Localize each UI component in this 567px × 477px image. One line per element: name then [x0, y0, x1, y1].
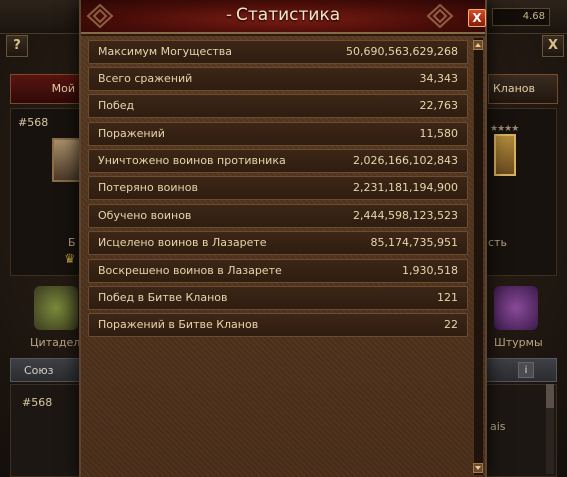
scroll-up-arrow-icon[interactable] [473, 40, 483, 50]
citadel-icon[interactable] [34, 286, 78, 330]
stat-value: 50,690,563,629,268 [346, 45, 458, 58]
modal-title: - Статистика [81, 5, 485, 25]
tab-my-label: Мой [51, 82, 75, 95]
stat-row: Поражений в Битве Кланов 22 [88, 313, 468, 337]
stat-value: 22,763 [419, 99, 459, 112]
stat-label: Всего сражений [98, 72, 193, 85]
info-icon[interactable]: i [518, 362, 534, 378]
stat-row: Воскрешено воинов в Лазарете 1,930,518 [88, 259, 468, 283]
modal-header: - Статистика X [81, 0, 486, 34]
list-item-id: #568 [22, 396, 53, 409]
left-stat-text: Б [68, 236, 76, 249]
stat-row: Максимум Могущества 50,690,563,629,268 [88, 40, 468, 64]
stat-value: 34,343 [419, 72, 459, 85]
stat-row: Побед в Битве Кланов 121 [88, 286, 468, 310]
stat-value: 121 [437, 291, 458, 304]
tab-clans[interactable]: Кланов [488, 74, 558, 104]
game-screen: 4.68 ? X Мой Кланов #568 ★★★★ Б сть ♛ Ци… [0, 0, 567, 477]
stat-label: Потеряно воинов [98, 181, 198, 194]
stars-icon: ★★★★ [490, 124, 519, 134]
tab-clans-label: Кланов [493, 82, 535, 95]
stat-label: Побед в Битве Кланов [98, 291, 228, 304]
close-button[interactable]: X [468, 9, 486, 27]
right-stat-text: сть [488, 236, 507, 249]
stat-label: Максимум Могущества [98, 45, 232, 58]
modal-scrollbar[interactable] [473, 38, 483, 475]
stat-label: Уничтожено воинов противника [98, 154, 286, 167]
stat-value: 85,174,735,951 [370, 236, 458, 249]
scroll-down-arrow-icon[interactable] [473, 463, 483, 473]
stat-value: 11,580 [419, 127, 459, 140]
stat-label: Обучено воинов [98, 209, 192, 222]
tab-my[interactable]: Мой [10, 74, 82, 104]
stat-label: Поражений в Битве Кланов [98, 318, 259, 331]
stat-value: 2,231,181,194,900 [353, 181, 458, 194]
stat-label: Поражений [98, 127, 165, 140]
stat-value: 2,026,166,102,843 [353, 154, 458, 167]
list-item-text: ais [490, 420, 506, 433]
stat-row: Обучено воинов 2,444,598,123,523 [88, 204, 468, 228]
player-id: #568 [18, 116, 49, 129]
storms-label: Штурмы [494, 336, 543, 349]
stat-label: Побед [98, 99, 135, 112]
stat-value: 22 [444, 318, 458, 331]
stat-row: Поражений 11,580 [88, 122, 468, 146]
left-profile-panel [10, 108, 82, 276]
title-ornament-icon: - [225, 5, 232, 25]
stat-row: Всего сражений 34,343 [88, 67, 468, 91]
close-background-button[interactable]: X [542, 35, 564, 57]
stat-row: Потеряно воинов 2,231,181,194,900 [88, 176, 468, 200]
stat-value: 1,930,518 [402, 264, 458, 277]
stat-row: Исцелено воинов в Лазарете 85,174,735,95… [88, 231, 468, 255]
help-button[interactable]: ? [6, 35, 28, 57]
resource-counter: 4.68 [492, 8, 550, 26]
player-portrait [52, 138, 82, 182]
stat-value: 2,444,598,123,523 [353, 209, 458, 222]
stat-row: Побед 22,763 [88, 94, 468, 118]
statistics-modal: - Статистика X Максимум Могущества 50,690… [79, 0, 487, 477]
alliance-label: Союз [24, 364, 54, 377]
stat-row: Уничтожено воинов противника 2,026,166,1… [88, 149, 468, 173]
storms-icon[interactable] [494, 286, 538, 330]
stat-label: Исцелено воинов в Лазарете [98, 236, 267, 249]
clan-crest-icon [494, 134, 516, 176]
list-scroll-thumb[interactable] [546, 384, 554, 408]
modal-title-text: Статистика [236, 5, 341, 25]
trophy-icon: ♛ [64, 252, 76, 267]
stat-label: Воскрешено воинов в Лазарете [98, 264, 282, 277]
